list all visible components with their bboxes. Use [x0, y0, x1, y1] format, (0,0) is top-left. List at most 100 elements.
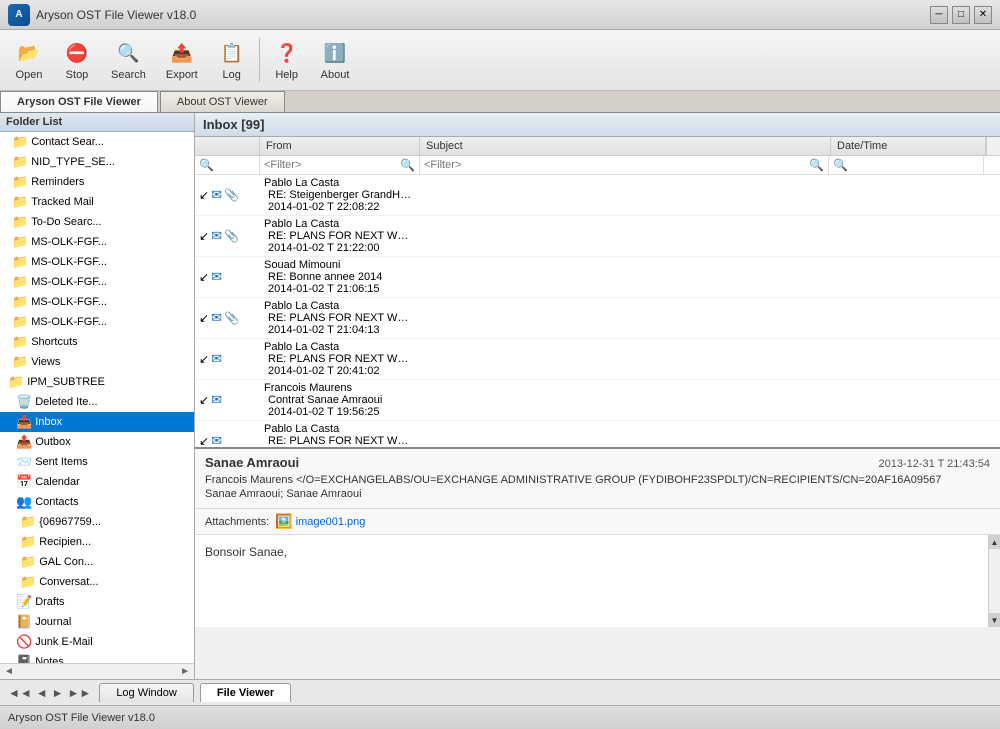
folder-icon-outbox: 📤 — [16, 434, 32, 450]
folder-item-deleted-items[interactable]: 🗑️Deleted Ite... — [0, 392, 194, 412]
tab-aryson[interactable]: Aryson OST File Viewer — [0, 91, 158, 112]
content-panel: Inbox [99] From Subject Date/Time 🔍 🔍 — [195, 113, 1000, 679]
email-list[interactable]: ↙ ✉ 📎 Pablo La Casta RE: Steigenberger G… — [195, 175, 1000, 447]
nav-arrow-3[interactable]: ►► — [68, 686, 92, 700]
folder-name-deleted-items: Deleted Ite... — [35, 396, 97, 408]
nav-arrow-1[interactable]: ◄ — [36, 686, 48, 700]
filter-cell-date: 🔍 — [829, 156, 984, 174]
bottom-tab-log-window[interactable]: Log Window — [99, 683, 194, 702]
folder-item-ms-olk-4[interactable]: 📁MS-OLK-FGF... — [0, 292, 194, 312]
folder-item-ipm-subtree[interactable]: 📁IPM_SUBTREE — [0, 372, 194, 392]
maximize-button[interactable]: □ — [952, 6, 970, 24]
preview-scroll-up[interactable]: ▲ — [989, 535, 1000, 549]
toolbar-search-button[interactable]: 🔍Search — [102, 34, 155, 86]
table-row[interactable]: ↙ ✉ 📎 Pablo La Casta RE: Steigenberger G… — [195, 175, 1000, 216]
email-envelope-icon-2: ✉ — [211, 269, 222, 285]
minimize-button[interactable]: ─ — [930, 6, 948, 24]
folder-name-conversation: Conversat... — [39, 576, 98, 588]
folder-icon-reminders: 📁 — [12, 174, 28, 190]
bottom-tab-file-viewer[interactable]: File Viewer — [200, 683, 291, 702]
toolbar-stop-button[interactable]: ⛔Stop — [54, 34, 100, 86]
folder-item-nid-type[interactable]: 📁NID_TYPE_SE... — [0, 152, 194, 172]
folder-name-sent-items: Sent Items — [35, 456, 88, 468]
preview-pane: Sanae Amraoui 2013-12-31 T 21:43:54 Fran… — [195, 447, 1000, 627]
folder-name-contact-search: Contact Sear... — [31, 136, 104, 148]
folder-scroll-left[interactable]: ◄ — [4, 666, 14, 677]
email-attach-1: 📎 — [224, 229, 239, 243]
table-row[interactable]: ↙ ✉ Pablo La Casta RE: PLANS FOR NEXT WE… — [195, 339, 1000, 380]
folder-scroll-right[interactable]: ► — [180, 666, 190, 677]
folder-item-sent-items[interactable]: 📨Sent Items — [0, 452, 194, 472]
email-arrow-2: ↙ — [199, 270, 209, 284]
filter-subject-input[interactable] — [424, 159, 807, 171]
folder-icon-069677: 📁 — [20, 514, 36, 530]
toolbar-export-button[interactable]: 📤Export — [157, 34, 207, 86]
toolbar-help-button[interactable]: ❓Help — [264, 34, 310, 86]
folder-icon-sent-items: 📨 — [16, 454, 32, 470]
table-row[interactable]: ↙ ✉ Pablo La Casta RE: PLANS FOR NEXT WE… — [195, 421, 1000, 447]
email-subject-0: RE: Steigenberger GrandHotel... — [264, 189, 416, 201]
list-scrollbar[interactable] — [986, 137, 1000, 155]
open-label: Open — [16, 69, 43, 81]
email-icons-0: ↙ ✉ 📎 — [195, 187, 260, 203]
folder-item-reminders[interactable]: 📁Reminders — [0, 172, 194, 192]
folder-name-recipients: Recipien... — [39, 536, 91, 548]
folder-item-ms-olk-3[interactable]: 📁MS-OLK-FGF... — [0, 272, 194, 292]
filter-from-input[interactable] — [264, 159, 398, 171]
email-envelope-icon-5: ✉ — [211, 392, 222, 408]
folder-list[interactable]: 📁Contact Sear...📁NID_TYPE_SE...📁Reminder… — [0, 132, 194, 663]
email-date-3: 2014-01-02 T 21:04:13 — [264, 324, 419, 336]
folder-item-junk-email[interactable]: 🚫Junk E-Mail — [0, 632, 194, 652]
folder-item-gal-con[interactable]: 📁GAL Con... — [0, 552, 194, 572]
folder-item-notes[interactable]: 📓Notes — [0, 652, 194, 663]
preview-scroll-down[interactable]: ▼ — [989, 613, 1000, 627]
email-icons-1: ↙ ✉ 📎 — [195, 228, 260, 244]
email-from-5: Francois Maurens Contrat Sanae Amraoui 2… — [260, 382, 420, 418]
folder-item-to-do[interactable]: 📁To-Do Searc... — [0, 212, 194, 232]
folder-item-ms-olk-5[interactable]: 📁MS-OLK-FGF... — [0, 312, 194, 332]
preview-attachments: Attachments: 🖼️ image001.png — [195, 509, 1000, 535]
folder-item-calendar[interactable]: 📅Calendar — [0, 472, 194, 492]
folder-item-shortcuts[interactable]: 📁Shortcuts — [0, 332, 194, 352]
table-row[interactable]: ↙ ✉ 📎 Pablo La Casta RE: PLANS FOR NEXT … — [195, 298, 1000, 339]
folder-item-drafts[interactable]: 📝Drafts — [0, 592, 194, 612]
folder-name-outbox: Outbox — [35, 436, 70, 448]
toolbar-about-button[interactable]: ℹ️About — [312, 34, 359, 86]
folder-item-recipients[interactable]: 📁Recipien... — [0, 532, 194, 552]
folder-icon-views: 📁 — [12, 354, 28, 370]
attachment-item[interactable]: 🖼️ image001.png — [275, 513, 365, 530]
col-header-subject[interactable]: Subject — [420, 137, 831, 155]
table-row[interactable]: ↙ ✉ 📎 Pablo La Casta RE: PLANS FOR NEXT … — [195, 216, 1000, 257]
status-text: Aryson OST File Viewer v18.0 — [8, 712, 155, 724]
folder-item-outbox[interactable]: 📤Outbox — [0, 432, 194, 452]
nav-arrow-0[interactable]: ◄◄ — [8, 686, 32, 700]
toolbar-open-button[interactable]: 📂Open — [6, 34, 52, 86]
tab-about[interactable]: About OST Viewer — [160, 91, 285, 112]
email-from-2: Souad Mimouni RE: Bonne annee 2014 2014-… — [260, 259, 420, 295]
nav-arrow-2[interactable]: ► — [52, 686, 64, 700]
table-row[interactable]: ↙ ✉ Francois Maurens Contrat Sanae Amrao… — [195, 380, 1000, 421]
folder-item-contact-search[interactable]: 📁Contact Sear... — [0, 132, 194, 152]
col-header-from[interactable]: From — [260, 137, 420, 155]
folder-item-conversation[interactable]: 📁Conversat... — [0, 572, 194, 592]
folder-item-ms-olk-1[interactable]: 📁MS-OLK-FGF... — [0, 232, 194, 252]
toolbar-log-button[interactable]: 📋Log — [209, 34, 255, 86]
folder-item-069677[interactable]: 📁{06967759... — [0, 512, 194, 532]
close-button[interactable]: ✕ — [974, 6, 992, 24]
folder-item-journal[interactable]: 📔Journal — [0, 612, 194, 632]
folder-item-inbox[interactable]: 📥Inbox — [0, 412, 194, 432]
folder-item-views[interactable]: 📁Views — [0, 352, 194, 372]
col-header-icons[interactable] — [195, 137, 260, 155]
preview-scrollbar[interactable]: ▲ ▼ — [988, 535, 1000, 627]
filter-cell-subject: 🔍 — [420, 156, 829, 174]
email-attach-0: 📎 — [224, 188, 239, 202]
folder-item-contacts[interactable]: 👥Contacts — [0, 492, 194, 512]
table-row[interactable]: ↙ ✉ Souad Mimouni RE: Bonne annee 2014 2… — [195, 257, 1000, 298]
log-label: Log — [222, 69, 240, 81]
folder-name-ms-olk-4: MS-OLK-FGF... — [31, 296, 107, 308]
folder-item-ms-olk-2[interactable]: 📁MS-OLK-FGF... — [0, 252, 194, 272]
folder-name-journal: Journal — [35, 616, 71, 628]
folder-item-tracked-mail[interactable]: 📁Tracked Mail — [0, 192, 194, 212]
export-icon: 📤 — [168, 39, 196, 67]
col-header-date[interactable]: Date/Time — [831, 137, 986, 155]
